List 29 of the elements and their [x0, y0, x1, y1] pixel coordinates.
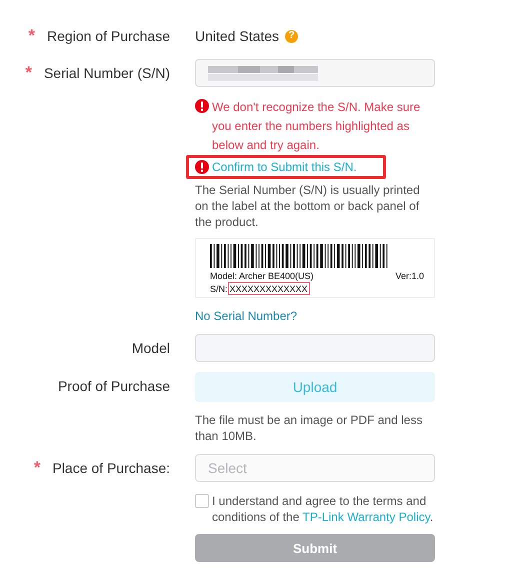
agree-checkbox[interactable]: [195, 494, 209, 508]
error-icon: [195, 160, 209, 174]
label-sn-value: XXXXXXXXXXXXX: [228, 282, 310, 295]
field-label: Serial Number (S/N): [44, 64, 170, 83]
hint-text: The file must be an image or PDF and less than 10MB.: [195, 412, 424, 444]
no-serial-link[interactable]: No Serial Number?: [195, 308, 298, 324]
field-label: Proof of Purchase: [58, 377, 170, 396]
region-value: United States: [195, 27, 280, 46]
warranty-policy-link[interactable]: TP-Link Warranty Policy: [302, 510, 430, 524]
required-mark: *: [25, 62, 32, 84]
label-version: Ver:1.0: [395, 271, 424, 281]
field-label: Region of Purchase: [47, 27, 170, 46]
agreement-text: I understand and agree to the terms and conditions of the TP-Link Warranty Policy.: [212, 493, 434, 525]
field-label: Place of Purchase:: [52, 459, 170, 478]
model-field[interactable]: [195, 334, 435, 362]
place-select[interactable]: Select: [195, 454, 435, 482]
hint-text: The Serial Number (S/N) is usually printed on the label at the bottom or back panel of the product.: [195, 182, 421, 230]
field-label: Model: [132, 339, 170, 358]
upload-button[interactable]: Upload: [195, 372, 435, 402]
help-icon[interactable]: ?: [285, 30, 298, 42]
label-sn-prefix: S/N:: [210, 284, 228, 294]
error-message: We don't recognize the S/N. Make sure you enter the numbers highlighted as below and try again.: [212, 99, 422, 154]
label-model: Model: Archer BE400(US): [210, 271, 314, 281]
confirm-link-highlight[interactable]: Confirm to Submit this S/N.: [186, 155, 386, 179]
required-mark: *: [34, 457, 40, 479]
serial-number-field[interactable]: [195, 59, 435, 87]
required-mark: *: [28, 25, 36, 47]
error-icon: [195, 99, 209, 113]
confirm-link[interactable]: Confirm to Submit this S/N.: [212, 159, 357, 175]
